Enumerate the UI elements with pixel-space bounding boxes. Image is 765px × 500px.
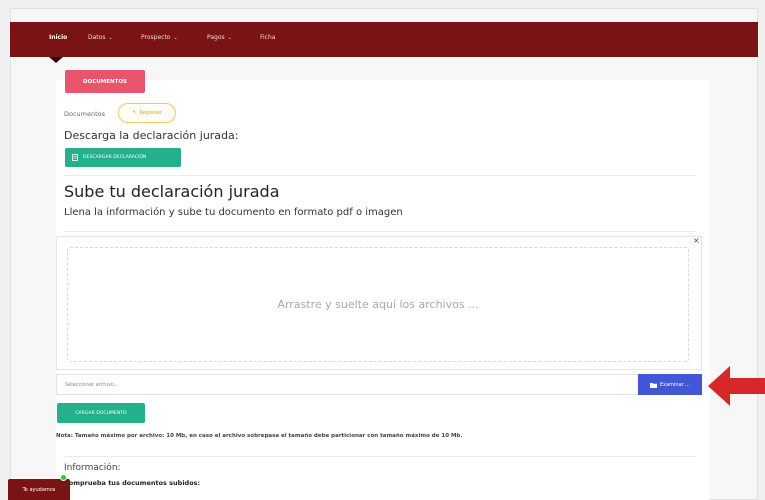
download-heading: Descarga la declaración jurada: bbox=[64, 129, 239, 142]
file-placeholder: Seleccionar archivo... bbox=[65, 381, 119, 388]
info-title: Información: bbox=[64, 463, 121, 473]
nav-item-prospecto[interactable]: Prospecto ⌄ bbox=[141, 34, 178, 41]
online-status-dot bbox=[60, 474, 67, 481]
file-dropzone[interactable]: Arrastre y suelte aquí los archivos ... bbox=[67, 247, 689, 362]
nav-item-inicio[interactable]: Inicio bbox=[49, 34, 67, 41]
active-nav-indicator bbox=[49, 57, 63, 63]
chevron-down-icon: ⌄ bbox=[227, 35, 232, 41]
folder-icon bbox=[649, 382, 657, 388]
back-button[interactable]: ↰ Regresar bbox=[118, 103, 176, 123]
divider bbox=[64, 231, 696, 232]
nav-item-ficha[interactable]: Ficha bbox=[260, 34, 275, 41]
documents-tab[interactable]: DOCUMENTOS bbox=[65, 70, 145, 93]
top-navbar: Inicio Datos ⌄ Prospecto ⌄ Pagos ⌄ Ficha bbox=[10, 22, 758, 57]
documents-label: Documentos bbox=[64, 110, 106, 118]
back-arrow-icon: ↰ bbox=[132, 110, 137, 116]
dropzone-text: Arrastre y suelte aquí los archivos ... bbox=[277, 298, 479, 311]
close-icon[interactable]: × bbox=[693, 236, 700, 245]
document-icon bbox=[72, 154, 78, 161]
upload-subheading: Llena la información y sube tu documento… bbox=[64, 207, 403, 218]
upload-note: Nota: Tamaño máximo por archivo: 10 Mb, … bbox=[56, 433, 463, 439]
chevron-down-icon: ⌄ bbox=[173, 35, 178, 41]
upload-heading: Sube tu declaración jurada bbox=[64, 182, 280, 201]
chevron-down-icon: ⌄ bbox=[108, 35, 113, 41]
file-path-input[interactable]: Seleccionar archivo... bbox=[56, 374, 638, 395]
back-button-label: Regresar bbox=[139, 110, 162, 116]
nav-item-pagos[interactable]: Pagos ⌄ bbox=[207, 34, 232, 41]
help-button-label: Te ayudamos bbox=[22, 486, 56, 493]
info-subtitle: Comprueba tus documentos subidos: bbox=[64, 479, 201, 487]
browse-button[interactable]: Examinar ... bbox=[638, 374, 702, 395]
upload-document-button[interactable]: CARGAR DOCUMENTO bbox=[57, 403, 145, 423]
download-declaration-button[interactable]: DESCARGAR DECLARACIÓN bbox=[65, 148, 181, 167]
download-button-label: DESCARGAR DECLARACIÓN bbox=[83, 155, 147, 160]
nav-item-datos[interactable]: Datos ⌄ bbox=[88, 34, 113, 41]
help-button[interactable]: Te ayudamos bbox=[8, 479, 70, 500]
divider bbox=[64, 175, 696, 176]
browse-button-label: Examinar ... bbox=[659, 381, 691, 388]
divider bbox=[64, 456, 696, 457]
callout-arrow-icon bbox=[708, 366, 765, 406]
